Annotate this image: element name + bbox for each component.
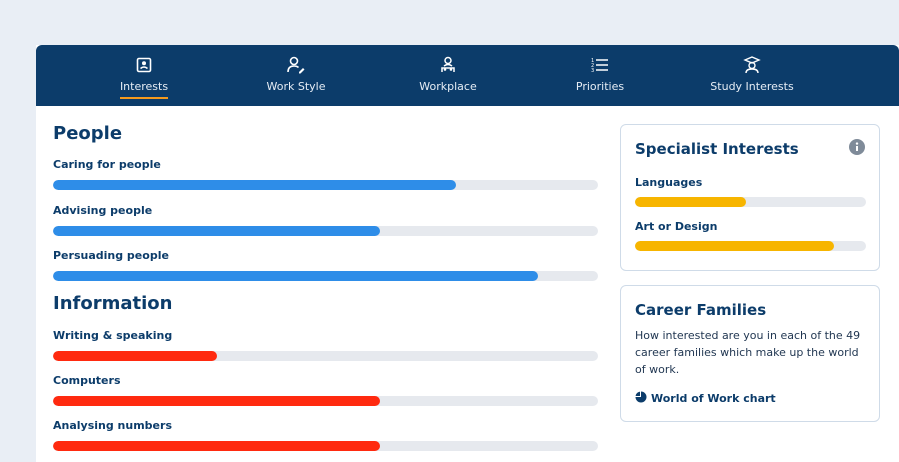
tab-priorities[interactable]: 123 Priorities — [524, 45, 676, 106]
career-families-card: Career Families How interested are you i… — [620, 285, 880, 422]
specialist-interests-title: Specialist Interests — [635, 140, 799, 158]
tab-label: Work Style — [266, 80, 326, 93]
people-group-icon — [438, 55, 458, 75]
tab-workplace[interactable]: Workplace — [372, 45, 524, 106]
section-title-information: Information — [53, 293, 173, 314]
interest-label: Computers — [53, 374, 121, 387]
tab-label: Workplace — [419, 80, 477, 93]
interest-label: Advising people — [53, 204, 153, 217]
interest-bar — [53, 441, 598, 451]
specialist-bar-fill — [635, 241, 834, 251]
world-of-work-chart-link[interactable]: World of Work chart — [635, 391, 776, 406]
specialist-bar-fill — [635, 197, 746, 207]
results-panel: Interests Work Style Workplace 123 Prior… — [36, 45, 899, 462]
active-tab-indicator — [120, 97, 168, 99]
info-circle-icon[interactable] — [849, 139, 865, 155]
tab-interests[interactable]: Interests — [68, 45, 220, 106]
interest-label: Writing & speaking — [53, 329, 173, 342]
interest-bar-fill — [53, 351, 217, 361]
interest-label: Analysing numbers — [53, 419, 172, 432]
numbered-list-icon: 123 — [590, 55, 610, 75]
specialist-bar — [635, 197, 866, 207]
specialist-label: Art or Design — [635, 220, 718, 233]
profile-card-icon — [134, 55, 154, 75]
interest-bar-fill — [53, 396, 380, 406]
interest-label: Caring for people — [53, 158, 161, 171]
interest-bar — [53, 271, 598, 281]
person-edit-icon — [286, 55, 306, 75]
interest-bar — [53, 396, 598, 406]
interest-label: Persuading people — [53, 249, 169, 262]
interest-bar — [53, 226, 598, 236]
tab-work-style[interactable]: Work Style — [220, 45, 372, 106]
specialist-bar — [635, 241, 866, 251]
interest-bar-fill — [53, 226, 380, 236]
interest-bar-fill — [53, 180, 457, 190]
tab-label: Study Interests — [710, 80, 794, 93]
pie-chart-icon — [635, 391, 647, 406]
career-families-description: How interested are you in each of the 49… — [635, 329, 861, 376]
tab-label: Priorities — [575, 80, 625, 93]
interest-bar-fill — [53, 441, 380, 451]
svg-text:3: 3 — [591, 68, 594, 73]
specialist-label: Languages — [635, 176, 703, 189]
interest-bar-fill — [53, 271, 539, 281]
top-navigation: Interests Work Style Workplace 123 Prior… — [36, 45, 899, 106]
section-title-people: People — [53, 123, 123, 144]
graduate-icon — [742, 55, 762, 75]
career-families-title: Career Families — [635, 301, 767, 319]
world-of-work-chart-label: World of Work chart — [651, 392, 776, 405]
specialist-interests-card: Specialist Interests Languages Art or De… — [620, 124, 880, 271]
tab-label: Interests — [119, 80, 169, 93]
interest-bar — [53, 180, 598, 190]
tab-study-interests[interactable]: Study Interests — [676, 45, 828, 106]
interest-bar — [53, 351, 598, 361]
